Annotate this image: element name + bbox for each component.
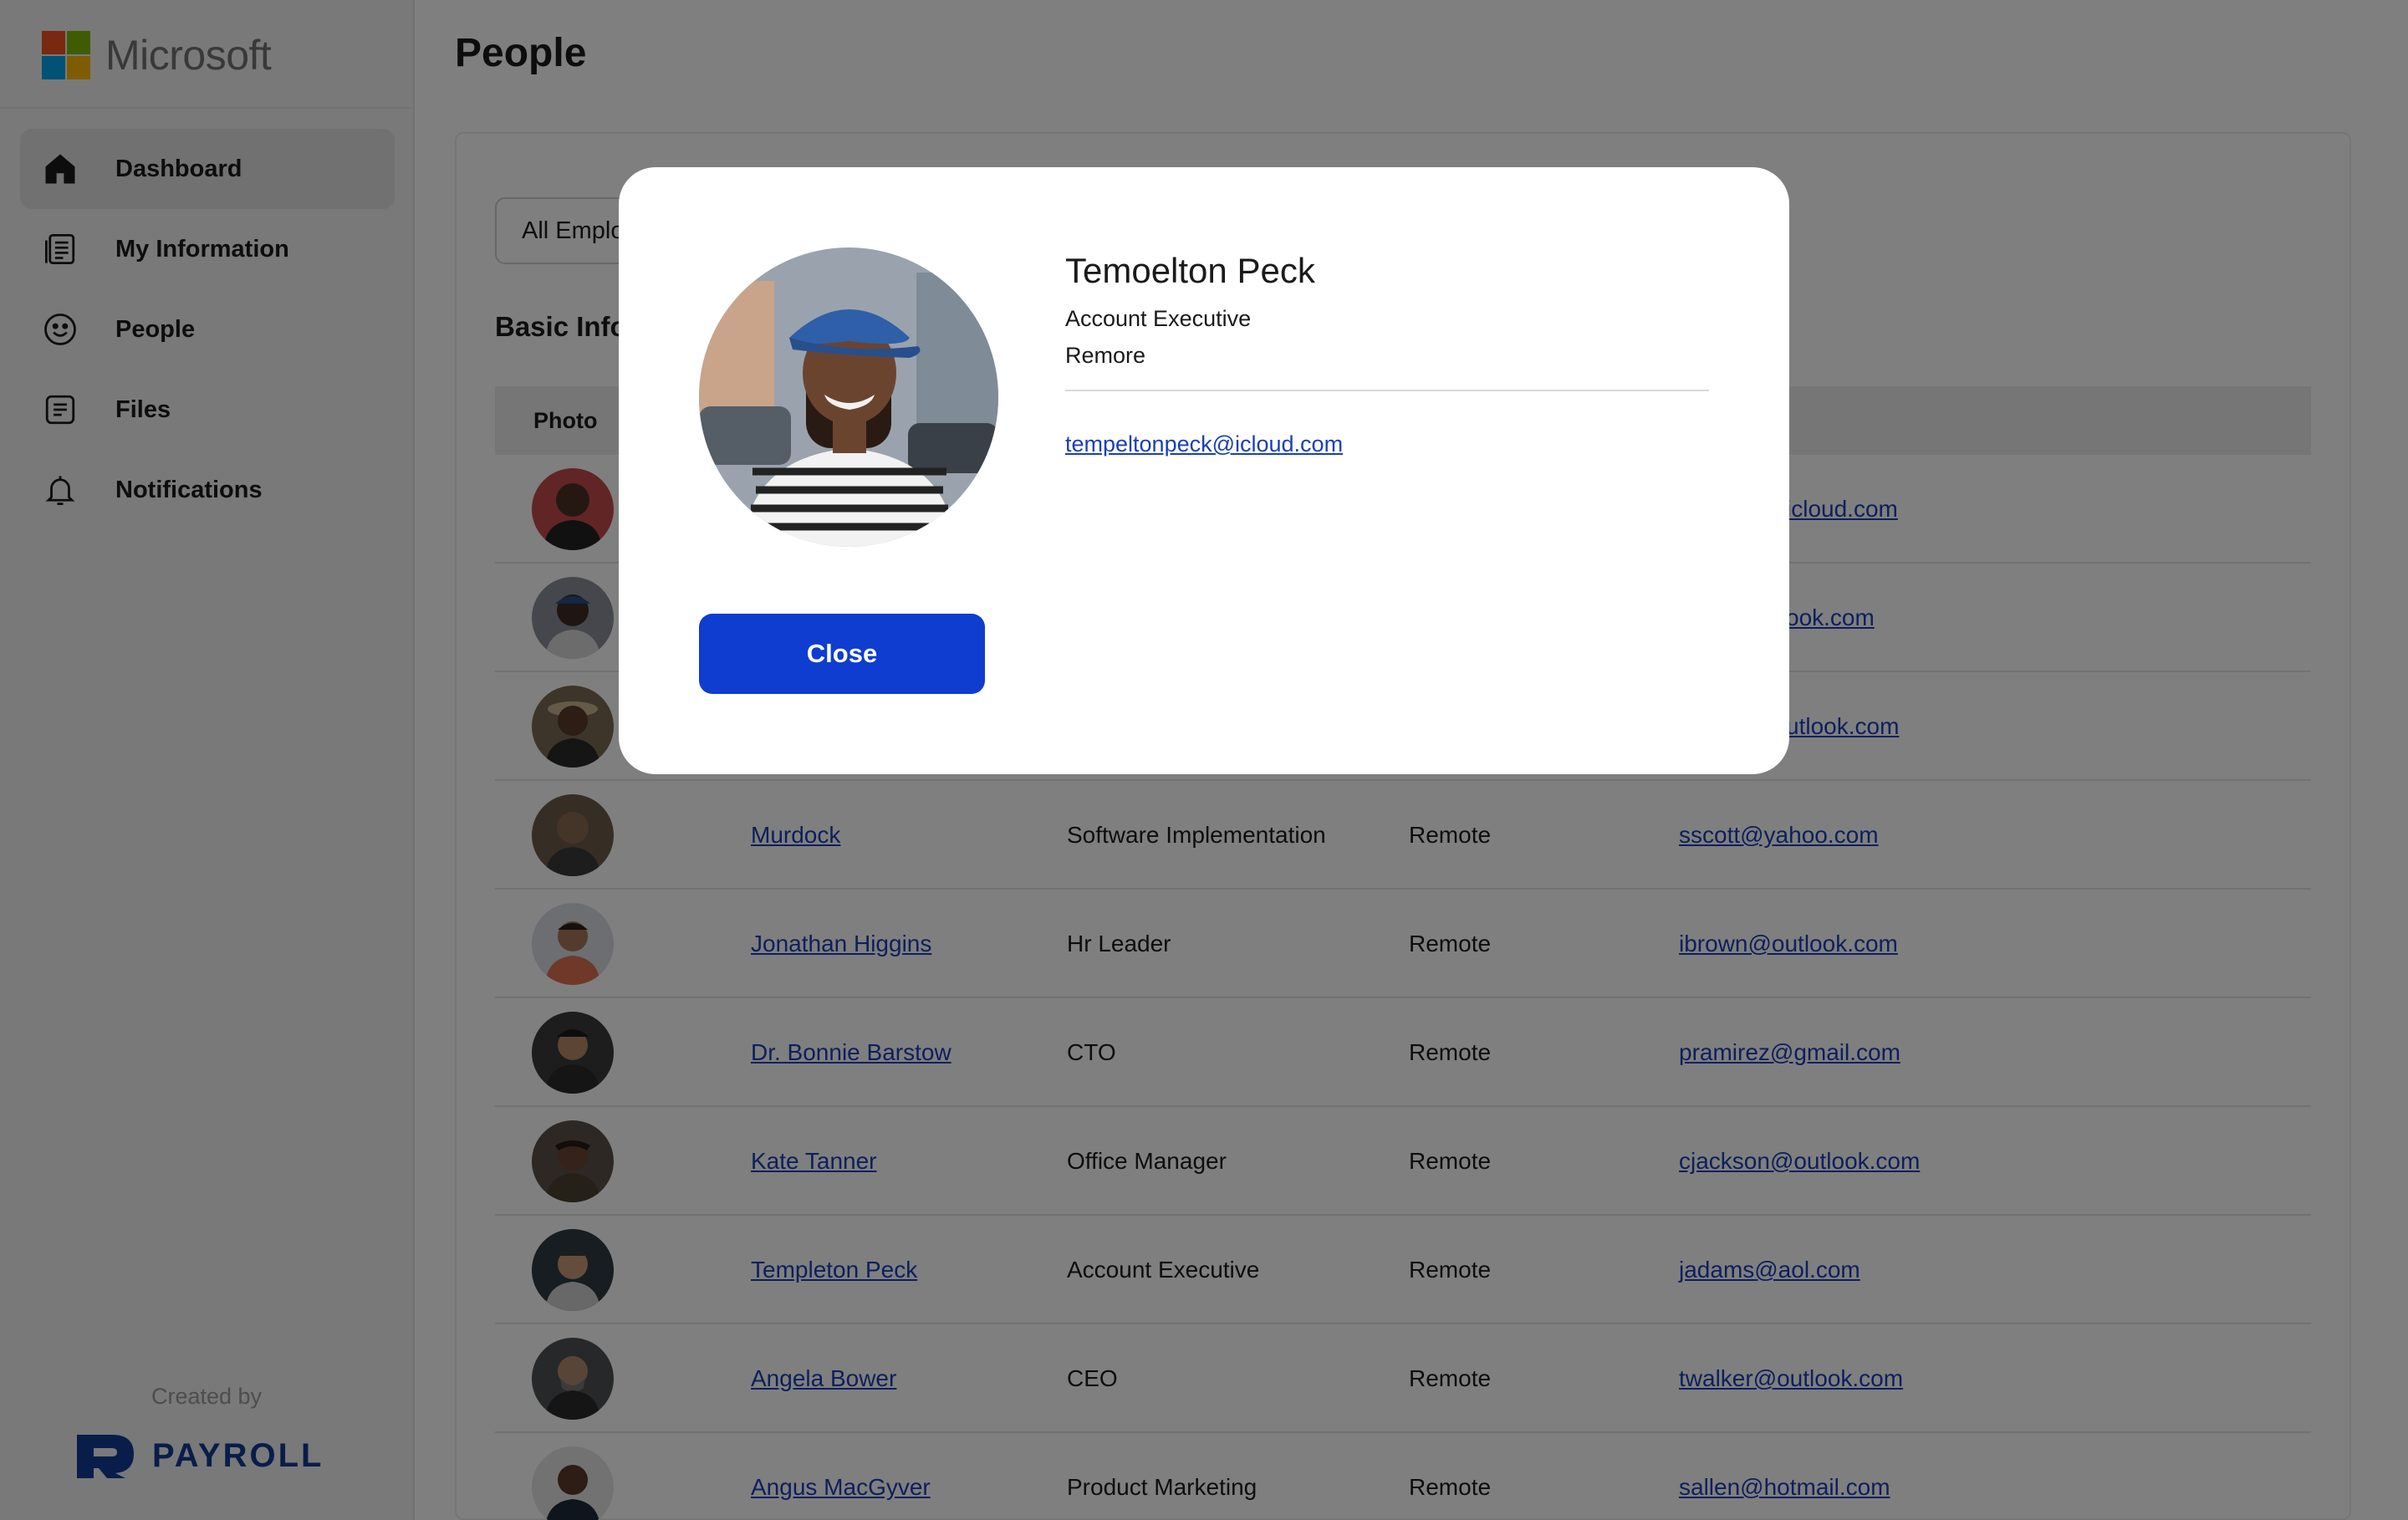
employee-detail-modal: Temoelton Peck Account Executive Remore … xyxy=(619,167,1789,774)
modal-divider xyxy=(1065,390,1709,391)
employee-photo xyxy=(699,247,998,547)
modal-email-link[interactable]: tempeltonpeck@icloud.com xyxy=(1065,431,1343,457)
modal-employee-name: Temoelton Peck xyxy=(1065,251,1315,290)
modal-employee-location: Remore xyxy=(1065,343,1146,368)
close-button[interactable]: Close xyxy=(699,614,985,694)
modal-employee-title: Account Executive xyxy=(1065,306,1252,331)
app: Microsoft Dashboard My Information xyxy=(0,0,2408,1520)
